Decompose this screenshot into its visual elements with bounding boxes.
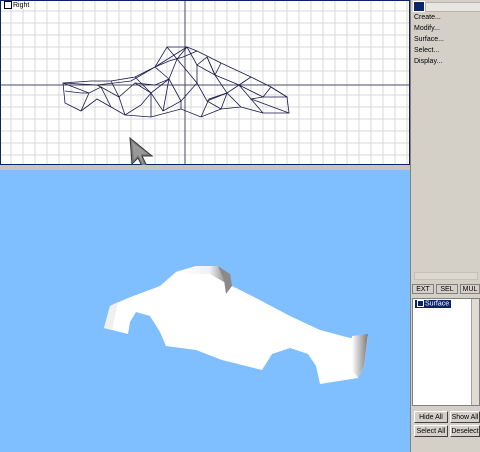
menu-item-display[interactable]: Display... <box>413 56 479 67</box>
list-scrollbar[interactable] <box>471 299 479 405</box>
panel-title-bar <box>425 2 480 12</box>
hide-all-button[interactable]: Hide All <box>414 411 448 423</box>
viewport-label: Right <box>3 1 31 9</box>
panel-separator-bar <box>414 272 478 280</box>
surface-list[interactable]: Surface <box>412 298 480 406</box>
viewport-label-text: Right <box>13 1 30 9</box>
tab-mul[interactable]: MUL <box>460 284 480 294</box>
deselect-button[interactable]: Deselect <box>450 425 480 437</box>
viewport-perspective[interactable] <box>0 170 410 452</box>
car-shaded-model <box>104 266 368 384</box>
tab-sel[interactable]: SEL <box>436 284 458 294</box>
show-all-button[interactable]: Show All <box>450 411 480 423</box>
menu-item-surface[interactable]: Surface... <box>413 34 479 45</box>
checkbox-icon[interactable] <box>417 300 424 307</box>
viewport-icon <box>4 1 12 9</box>
panel-menu-icon[interactable] <box>413 1 425 12</box>
viewport-right[interactable]: Right <box>0 0 410 165</box>
tab-ext[interactable]: EXT <box>412 284 434 294</box>
list-item-label: Surface <box>425 300 450 308</box>
menu-item-modify[interactable]: Modify... <box>413 23 479 34</box>
viewport-grid <box>1 1 409 164</box>
menu-item-create[interactable]: Create... <box>413 12 479 23</box>
list-item-surface[interactable]: Surface <box>415 300 452 309</box>
menu-item-select[interactable]: Select... <box>413 45 479 56</box>
select-all-button[interactable]: Select All <box>414 425 448 437</box>
